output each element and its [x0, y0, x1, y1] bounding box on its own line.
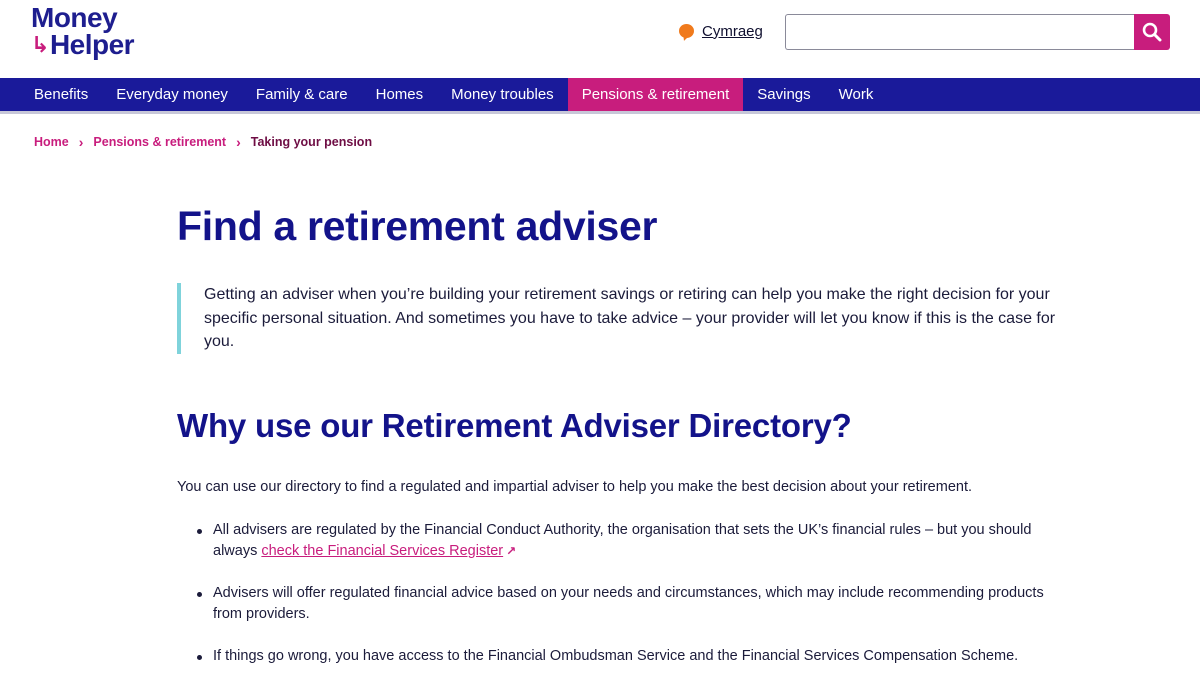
list-item: Advisers will offer regulated financial …	[195, 583, 1065, 625]
list-item: If things go wrong, you have access to t…	[195, 646, 1065, 667]
list-item: All advisers are regulated by the Financ…	[195, 520, 1065, 562]
nav-item-money-troubles[interactable]: Money troubles	[437, 78, 568, 111]
financial-services-register-link[interactable]: check the Financial Services Register	[261, 543, 503, 559]
main-navigation: Benefits Everyday money Family & care Ho…	[0, 78, 1200, 114]
chevron-right-icon: ›	[236, 134, 241, 150]
site-header: Money ↳Helper Cymraeg	[0, 0, 1200, 78]
benefits-list: All advisers are regulated by the Financ…	[195, 520, 1065, 667]
nav-item-savings[interactable]: Savings	[743, 78, 824, 111]
language-switcher[interactable]: Cymraeg	[679, 22, 763, 42]
nav-item-everyday-money[interactable]: Everyday money	[102, 78, 242, 111]
breadcrumb-home[interactable]: Home	[34, 135, 69, 149]
external-link-icon: ↗	[506, 544, 517, 558]
speech-bubble-icon	[679, 22, 694, 42]
section-paragraph: You can use our directory to find a regu…	[177, 479, 973, 495]
chevron-right-icon: ›	[78, 134, 84, 150]
page-title: Find a retirement adviser	[177, 203, 658, 249]
logo-text-line2: ↳Helper	[31, 29, 135, 60]
nav-item-benefits[interactable]: Benefits	[20, 78, 102, 111]
breadcrumb-pensions-retirement[interactable]: Pensions & retirement	[93, 135, 226, 149]
nav-item-pensions-retirement[interactable]: Pensions & retirement	[567, 78, 744, 111]
nav-item-work[interactable]: Work	[825, 78, 888, 111]
intro-callout: Getting an adviser when you’re building …	[177, 283, 1057, 354]
cymraeg-link[interactable]: Cymraeg	[702, 23, 763, 40]
nav-item-homes[interactable]: Homes	[362, 78, 438, 111]
nav-item-family-care[interactable]: Family & care	[242, 78, 362, 111]
logo-arrow-icon: ↳	[31, 32, 49, 57]
logo-text-line2-word: Helper	[49, 29, 135, 60]
search-form	[785, 14, 1170, 50]
section-heading: Why use our Retirement Adviser Directory…	[177, 407, 852, 444]
search-input[interactable]	[785, 14, 1134, 50]
breadcrumb: Home › Pensions & retirement › Taking yo…	[34, 134, 372, 150]
moneyhelper-logo[interactable]: Money ↳Helper	[31, 2, 135, 60]
logo-text-line1: Money	[31, 2, 118, 33]
search-button[interactable]	[1134, 14, 1170, 50]
breadcrumb-taking-your-pension[interactable]: Taking your pension	[251, 135, 372, 149]
search-icon	[1142, 22, 1162, 42]
